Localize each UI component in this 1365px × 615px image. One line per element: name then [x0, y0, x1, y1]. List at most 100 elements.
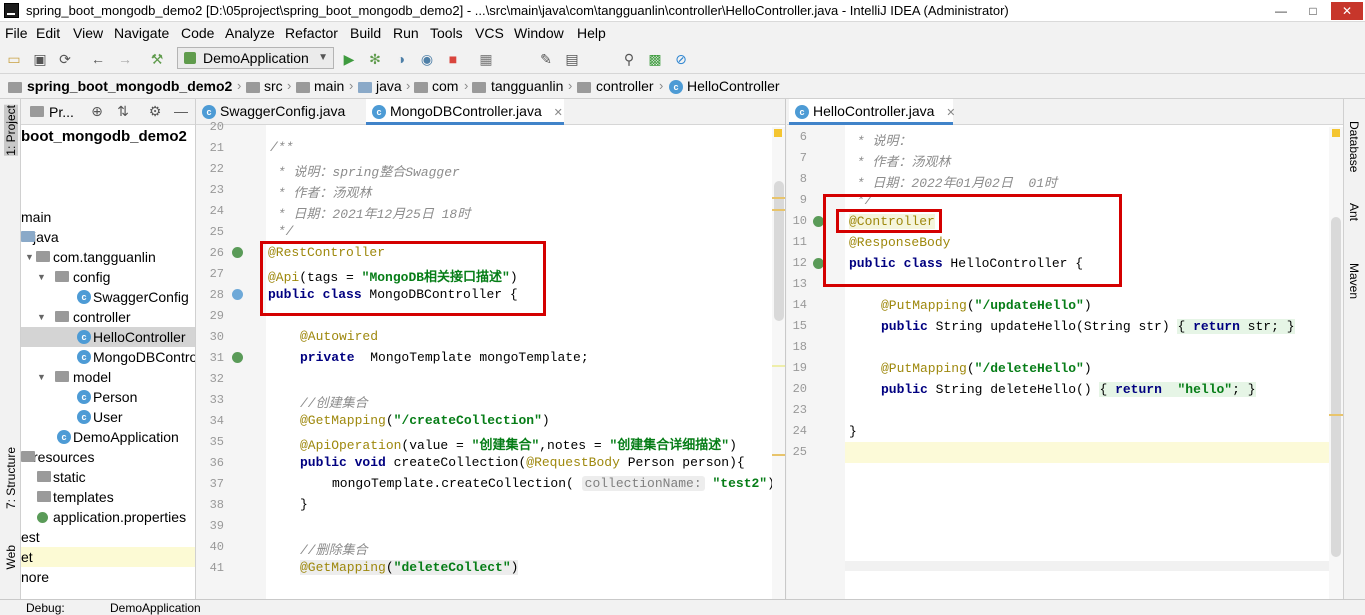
- minimize-button[interactable]: —: [1267, 2, 1295, 20]
- line-number: 10: [792, 214, 807, 228]
- menu-help[interactable]: Help: [577, 25, 606, 41]
- project-tool-tab[interactable]: 1: Project: [4, 105, 18, 156]
- tree-item-templates[interactable]: templates: [21, 487, 195, 507]
- collapse-all-icon[interactable]: ⇅: [115, 103, 131, 119]
- menu-analyze[interactable]: Analyze: [225, 25, 275, 41]
- bean-gutter-icon[interactable]: [232, 247, 243, 258]
- debug-tab[interactable]: Debug:: [26, 601, 65, 615]
- hide-icon[interactable]: —: [173, 103, 189, 119]
- warning-indicator-icon[interactable]: [1332, 129, 1340, 137]
- database-tool-tab[interactable]: Database: [1347, 121, 1361, 172]
- project-view-select[interactable]: Pr...: [49, 104, 74, 120]
- code-token: mongoTemplate.createCollection(: [332, 476, 582, 491]
- vertical-scrollbar[interactable]: [1329, 127, 1343, 599]
- scrollbar-thumb[interactable]: [774, 181, 784, 321]
- ant-tool-tab[interactable]: Ant: [1347, 203, 1361, 221]
- settings-wrench-icon[interactable]: ✎: [538, 51, 554, 67]
- menu-vcs[interactable]: VCS: [475, 25, 504, 41]
- locate-icon[interactable]: ⊕: [89, 103, 105, 119]
- tree-item-package[interactable]: ▼ com.tangguanlin: [21, 247, 195, 267]
- run-config-icon: [184, 52, 196, 64]
- tab-mongodbcontroller[interactable]: c MongoDBController.java ✕: [366, 99, 564, 125]
- tree-item-java[interactable]: java: [21, 227, 59, 247]
- scrollbar-thumb[interactable]: [1331, 217, 1341, 557]
- warning-indicator-icon[interactable]: [774, 129, 782, 137]
- forward-arrow-icon[interactable]: →: [117, 51, 133, 67]
- breadcrumb-java[interactable]: java: [376, 78, 402, 94]
- breadcrumb-controller[interactable]: controller: [596, 78, 654, 94]
- tree-item-test[interactable]: est: [21, 527, 40, 547]
- tree-item-model[interactable]: ▼ model: [21, 367, 195, 387]
- breadcrumb-src[interactable]: src: [264, 78, 283, 94]
- run-configuration-select[interactable]: DemoApplication ▼: [177, 47, 334, 69]
- save-icon[interactable]: ▣: [32, 51, 48, 67]
- tab-hellocontroller[interactable]: c HelloController.java ✕: [789, 99, 956, 125]
- search-icon[interactable]: ⚲: [621, 51, 637, 67]
- tree-item-mongodbcontroller[interactable]: c MongoDBController: [21, 347, 195, 367]
- debug-session-tab[interactable]: DemoApplication: [110, 601, 201, 615]
- line-number: 28: [209, 288, 224, 302]
- gear-icon[interactable]: ⚙: [147, 103, 163, 119]
- stop-icon[interactable]: ■: [445, 51, 461, 67]
- warning-marker[interactable]: [772, 197, 785, 199]
- tree-item-hellocontroller[interactable]: c HelloController: [21, 327, 195, 347]
- menu-navigate[interactable]: Navigate: [114, 25, 169, 41]
- monitor-icon[interactable]: ▩: [647, 51, 663, 67]
- profile-icon[interactable]: ◉: [419, 51, 435, 67]
- maven-tool-tab[interactable]: Maven: [1347, 263, 1361, 299]
- menu-edit[interactable]: Edit: [36, 25, 60, 41]
- close-tab-icon[interactable]: ✕: [946, 107, 955, 119]
- vertical-scrollbar[interactable]: [772, 127, 785, 599]
- debug-icon[interactable]: ✻: [367, 51, 383, 67]
- warning-marker[interactable]: [772, 209, 785, 211]
- back-arrow-icon[interactable]: ←: [90, 51, 106, 67]
- build-hammer-icon[interactable]: ⚒: [149, 51, 165, 67]
- menu-build[interactable]: Build: [350, 25, 381, 41]
- tree-item-demoapplication[interactable]: c DemoApplication: [21, 427, 195, 447]
- close-button[interactable]: ✕: [1331, 2, 1363, 20]
- tree-item-application-properties[interactable]: application.properties: [21, 507, 195, 527]
- close-tab-icon[interactable]: ✕: [554, 107, 563, 119]
- web-tool-tab[interactable]: Web: [4, 545, 18, 569]
- menu-refactor[interactable]: Refactor: [285, 25, 338, 41]
- open-folder-icon[interactable]: ▭: [6, 51, 22, 67]
- tree-item-ignore[interactable]: nore: [21, 567, 49, 587]
- warning-marker[interactable]: [772, 454, 785, 456]
- tree-item-main[interactable]: main: [21, 207, 51, 227]
- no-entry-icon[interactable]: ⊘: [673, 51, 689, 67]
- menu-window[interactable]: Window: [514, 25, 564, 41]
- breadcrumb-tangguanlin[interactable]: tangguanlin: [491, 78, 563, 94]
- warning-marker[interactable]: [772, 365, 785, 367]
- tree-item-config[interactable]: ▼ config: [21, 267, 195, 287]
- folded-code[interactable]: {: [1177, 319, 1194, 334]
- tree-item-user[interactable]: c User: [21, 407, 195, 427]
- maximize-button[interactable]: □: [1299, 2, 1327, 20]
- breadcrumb-hellocontroller[interactable]: HelloController: [687, 78, 780, 94]
- coverage-icon[interactable]: ◑: [393, 51, 409, 67]
- tree-item-person[interactable]: c Person: [21, 387, 195, 407]
- horizontal-scrollbar[interactable]: [845, 561, 1329, 571]
- structure-tool-tab[interactable]: 7: Structure: [4, 447, 18, 509]
- vcs-icon[interactable]: ▦: [478, 51, 494, 67]
- menu-view[interactable]: View: [73, 25, 103, 41]
- breadcrumb-project[interactable]: spring_boot_mongodb_demo2: [27, 78, 232, 94]
- autowired-gutter-icon[interactable]: [232, 352, 243, 363]
- breadcrumb-com[interactable]: com: [432, 78, 458, 94]
- menu-tools[interactable]: Tools: [430, 25, 463, 41]
- project-root[interactable]: boot_mongodb_demo2 D: [21, 127, 195, 147]
- menu-run[interactable]: Run: [393, 25, 419, 41]
- menu-file[interactable]: File: [5, 25, 28, 41]
- tree-item-static[interactable]: static: [21, 467, 195, 487]
- folded-code[interactable]: {: [1099, 382, 1116, 397]
- menu-code[interactable]: Code: [181, 25, 214, 41]
- run-icon[interactable]: ▶: [341, 51, 357, 67]
- breadcrumb-main[interactable]: main: [314, 78, 344, 94]
- project-structure-icon[interactable]: ▤: [564, 51, 580, 67]
- warning-marker[interactable]: [1329, 414, 1343, 416]
- tree-item-controller[interactable]: ▼ controller: [21, 307, 195, 327]
- sync-icon[interactable]: ⟳: [57, 51, 73, 67]
- tree-item-target[interactable]: et: [21, 547, 195, 567]
- bean-gutter-icon[interactable]: [232, 289, 243, 300]
- tree-item-resources[interactable]: resources: [21, 447, 195, 467]
- tree-item-swaggerconfig[interactable]: c SwaggerConfig: [21, 287, 195, 307]
